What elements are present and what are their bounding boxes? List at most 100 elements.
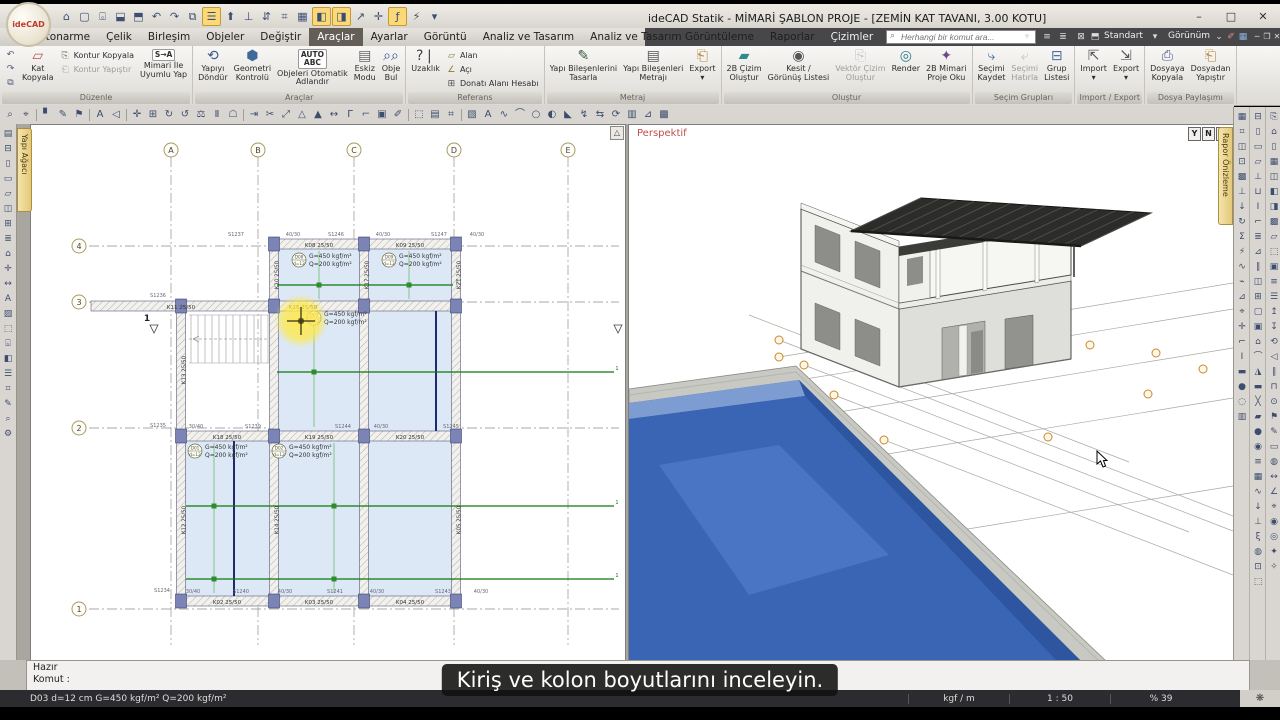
status-units[interactable]: kgf / m [908,693,1009,704]
dimension-icon[interactable]: ↔ [1,277,15,292]
table-icon[interactable]: ▥ [624,107,640,122]
more-icon[interactable]: ▾ [426,8,443,25]
standart-select[interactable]: Standart [1104,31,1143,41]
block-icon[interactable]: ⬚ [411,107,427,122]
rebar-icon[interactable]: ≡ [1251,455,1265,470]
region-icon[interactable]: ▩ [656,107,672,122]
secimi-kaydet-button[interactable]: ⤷ Seçimi Kaydet [976,47,1008,91]
section-icon[interactable]: ⊿ [1235,290,1249,305]
perspective-view-3d[interactable]: Perspektif Y N A [628,124,1234,662]
select-icon[interactable]: ▘ [39,107,55,122]
menu-raporlar[interactable]: Raporlar [762,28,823,46]
move-vertical-icon[interactable]: ⇵ [258,8,275,25]
wall-icon[interactable]: ⊟ [1,142,15,157]
dosyaya-kopyala-button[interactable]: ⎙ Dosyaya Kopyala [1148,47,1187,91]
beam-tool-icon[interactable]: ☖ [225,107,241,122]
menu--elik[interactable]: Çelik [98,28,140,46]
tab-yapi-agaci[interactable]: Yapı Ağacı [17,128,32,212]
layers-icon[interactable]: ☰ [202,7,221,26]
slab-r2-icon[interactable]: ▱ [1251,155,1265,170]
analysis-right-icon[interactable]: ⚡ [1235,245,1249,260]
measure-icon[interactable]: ⌗ [1,382,15,397]
checkbox-icon[interactable]: ⊠ [1074,30,1088,44]
bolt-icon[interactable]: ● [1235,380,1249,395]
railing-icon[interactable]: ∥ [1251,260,1265,275]
column-tool-icon[interactable]: Ⅱ [209,107,225,122]
minimize-button[interactable]: – [1190,9,1208,24]
select-left-icon[interactable]: ▤ [1,127,15,142]
snap-icon[interactable]: ◧ [312,7,331,26]
select-arrow-icon[interactable]: ⬆ [222,8,239,25]
truss-icon[interactable]: ◮ [1251,365,1265,380]
ruler-icon[interactable]: ↔ [1267,470,1280,485]
roof-r2-icon[interactable]: ⌂ [1251,335,1265,350]
target-icon[interactable]: ⌖ [1235,305,1249,320]
wall-r2-icon[interactable]: ⊟ [1251,110,1265,125]
menu-ara-lar[interactable]: Araçlar [309,28,363,46]
menu-birle-im[interactable]: Birleşim [140,28,198,46]
render-button[interactable]: ◎ Render [890,47,922,91]
support-icon[interactable]: ⊥ [1235,185,1249,200]
window-r2-icon[interactable]: ⊞ [1251,290,1265,305]
dosyadan-yapistir-button[interactable]: ⎗ Dosyadan Yapıştır [1189,47,1233,91]
combo-icon[interactable]: Σ [1235,230,1249,245]
layer-icon[interactable]: ☰ [1,367,15,382]
maximize-button[interactable]: □ [1222,9,1240,24]
secimi-hatirla-button[interactable]: ⤶ Seçimi Hatırla [1009,47,1040,91]
binocular-icon[interactable]: ⌕ [1,412,15,427]
uzaklik-button[interactable]: ?❘ Uzaklık [409,47,442,91]
spline-icon[interactable]: ∿ [496,107,512,122]
column[interactable] [358,428,370,444]
mass-icon[interactable]: ◍ [1251,545,1265,560]
footing-icon[interactable]: ⊔ [1251,185,1265,200]
ramp-icon[interactable]: ⊿ [1251,245,1265,260]
yapi-bilesenleri-metraji-button[interactable]: ▤ Yapı Bileşenleri Metrajı [621,47,685,91]
panel-icon[interactable]: ◧ [1267,185,1280,200]
search-dropdown-icon[interactable]: ▾ [1020,30,1034,44]
circle-icon[interactable]: ○ [528,107,544,122]
door-r2-icon[interactable]: ◫ [1251,275,1265,290]
mesh-icon[interactable]: ▩ [1235,170,1249,185]
yapi-bilesenlerini-tasarla-button[interactable]: ✎ Yapı Bileşenlerini Tasarla [548,47,620,91]
light-icon[interactable]: ✦ [1267,545,1280,560]
render-r3-icon[interactable]: ✧ [1267,560,1280,575]
capture-icon[interactable]: ⧉ [3,77,18,90]
triangle-icon[interactable]: ◣ [560,107,576,122]
rotate-r3-icon[interactable]: ⟲ [1267,335,1280,350]
column[interactable] [175,593,187,609]
text-left-icon[interactable]: A [1,292,15,307]
spring-icon[interactable]: ξ [1251,530,1265,545]
column[interactable] [358,593,370,609]
frame-icon[interactable]: ◫ [1235,140,1249,155]
column[interactable] [268,593,280,609]
zone-icon[interactable]: ▩ [1267,215,1280,230]
paintbrush-icon[interactable]: ✎ [1267,425,1280,440]
stair-icon[interactable]: ≣ [1,232,15,247]
donati-alani-hesabi-button[interactable]: ⊞ Donatı Alanı Hesabı [444,77,541,90]
group-icon[interactable]: ⬚ [1,322,15,337]
screenshot-icon[interactable]: ⧉ [184,8,201,25]
kat-kopyala-button[interactable]: ▱ Kat Kopyala [20,47,56,91]
standart-dropdown-icon[interactable]: ▾ [1148,30,1162,44]
cross-icon[interactable]: ✛ [370,8,387,25]
plan-scroll-up-button[interactable]: △ [610,126,624,140]
menu--izimler[interactable]: Çizimler [823,28,882,46]
label-icon[interactable]: A [480,107,496,122]
support-r2-icon[interactable]: ⊥ [1251,515,1265,530]
obje-bul-button[interactable]: ⌕⌕ Obje Bul [380,47,403,91]
compass-icon[interactable]: ⌖ [1267,500,1280,515]
retaining-icon[interactable]: ⌐ [1251,215,1265,230]
corner-icon[interactable]: ⌐ [1235,335,1249,350]
weld-r2-icon[interactable]: ◉ [1251,440,1265,455]
menu-ayarlar[interactable]: Ayarlar [363,28,416,46]
column[interactable] [268,236,280,252]
menu-analiz-ve-tasar-m[interactable]: Analiz ve Tasarım [475,28,582,46]
column[interactable] [268,428,280,444]
redo-icon[interactable]: ↷ [3,63,18,76]
camera-icon[interactable]: ◎ [1267,530,1280,545]
trim-icon[interactable]: ✂ [262,107,278,122]
undo-icon[interactable]: ↶ [3,49,18,62]
stretch-icon[interactable]: ↔ [326,107,342,122]
cube-icon[interactable]: ⬒ [1088,30,1102,44]
bolt-r2-icon[interactable]: ● [1251,425,1265,440]
